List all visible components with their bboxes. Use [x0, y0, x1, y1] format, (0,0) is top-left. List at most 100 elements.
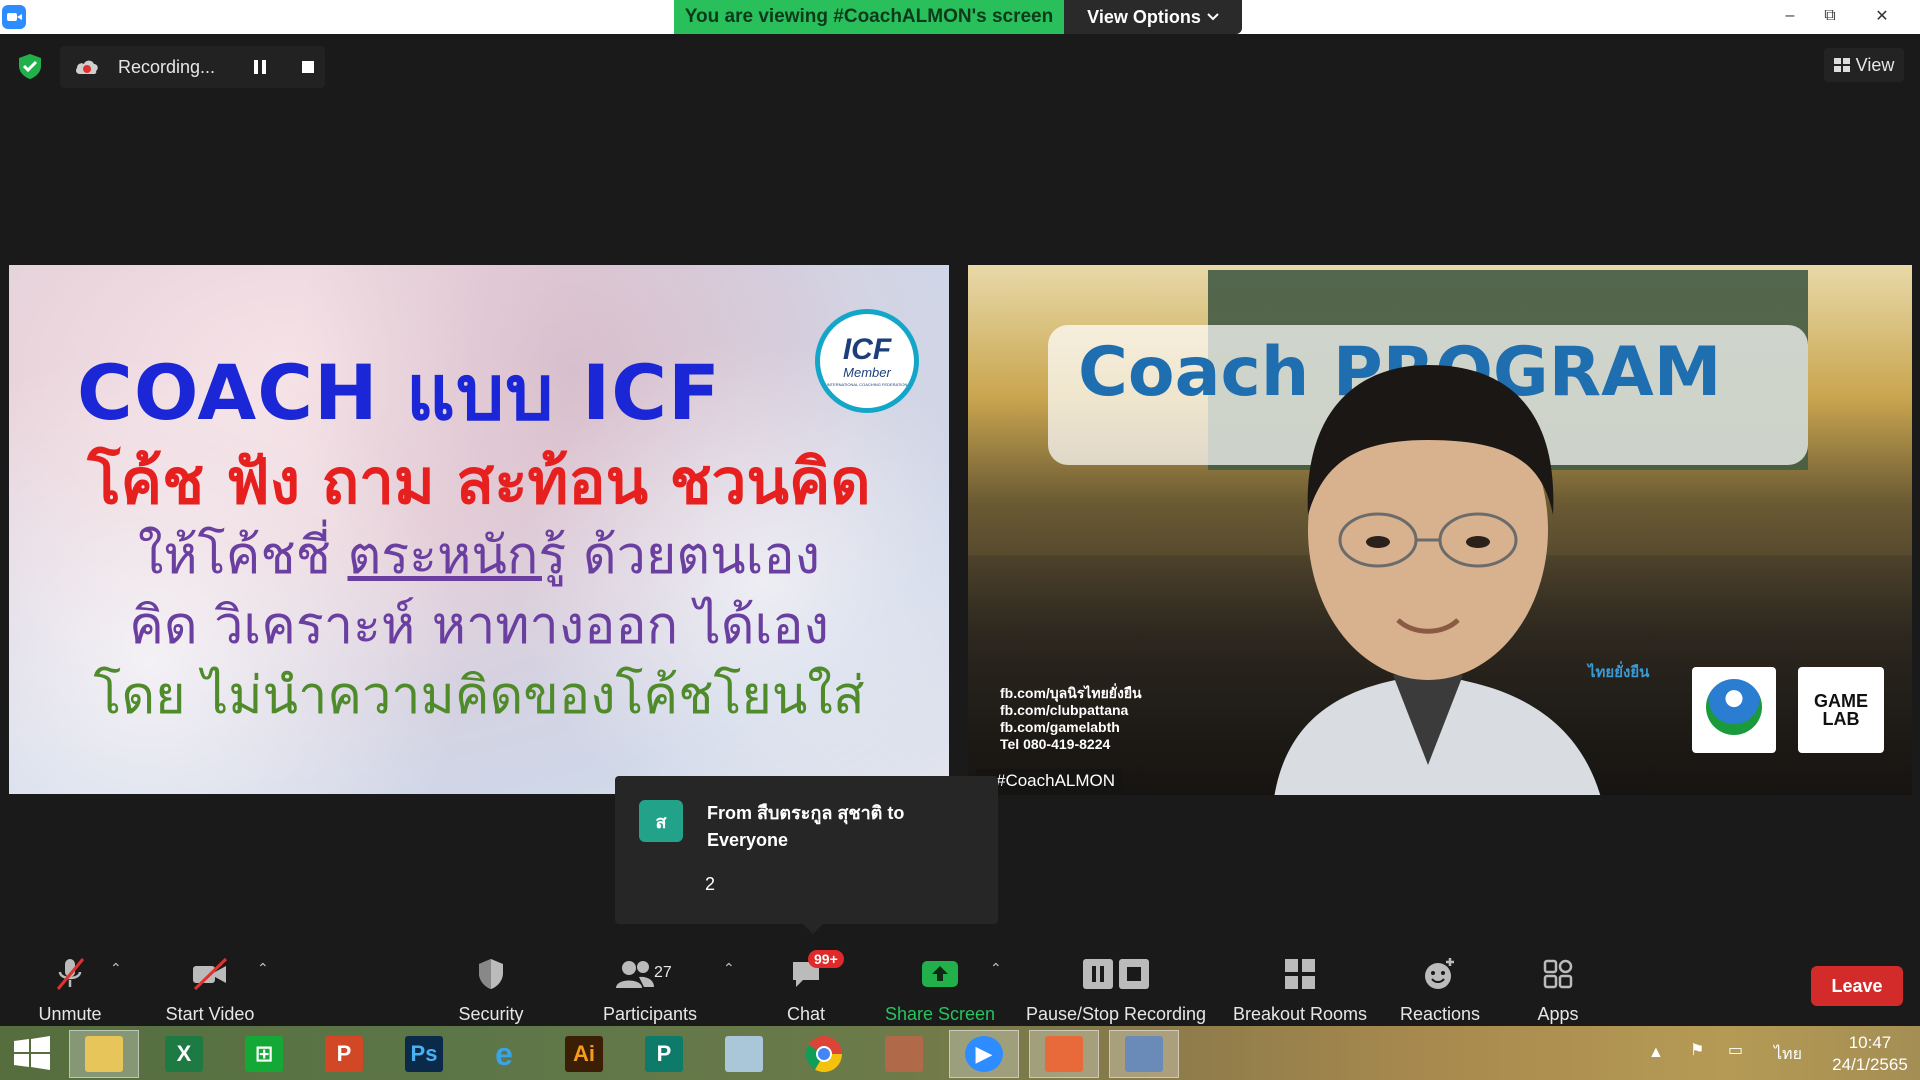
- paint-icon: [885, 1036, 923, 1072]
- taskbar-zoom[interactable]: ▶: [949, 1030, 1019, 1078]
- share-options-caret-icon[interactable]: ⌃: [990, 960, 1002, 977]
- reactions-smiley-icon: [1420, 954, 1460, 994]
- chat-unread-badge: 99+: [808, 950, 844, 968]
- breakout-rooms-label: Breakout Rooms: [1232, 1004, 1368, 1024]
- network-icon[interactable]: ▭: [1728, 1040, 1743, 1060]
- participants-count: 27: [654, 964, 672, 981]
- stop-icon: [302, 61, 314, 73]
- security-button[interactable]: Security: [451, 950, 531, 1026]
- chat-bubble-icon: 99+: [786, 950, 844, 994]
- internet-explorer-icon: e: [495, 1035, 513, 1072]
- breakout-rooms-icon: [1280, 954, 1320, 994]
- grid-view-icon: [1833, 58, 1850, 72]
- chat-sender: From สืบตระกูล สุชาติ to Everyone: [707, 803, 905, 850]
- share-screen-label: Share Screen: [884, 1004, 996, 1024]
- contact-link: fb.com/clubpattana: [1000, 702, 1129, 718]
- icf-member-badge: ICF Member INTERNATIONAL COACHING FEDERA…: [815, 309, 919, 413]
- participants-options-caret-icon[interactable]: ⌃: [723, 960, 735, 977]
- title-bar: You are viewing #CoachALMON's screen Vie…: [0, 0, 1920, 34]
- taskbar-chrome[interactable]: [789, 1030, 859, 1078]
- share-screen-button[interactable]: Share Screen: [880, 950, 1000, 1026]
- system-clock[interactable]: 10:47 24/1/2565: [1830, 1032, 1910, 1076]
- participants-button[interactable]: 27 Participants: [598, 950, 702, 1026]
- chat-button[interactable]: 99+ Chat: [766, 950, 846, 1026]
- input-language[interactable]: ไทย: [1774, 1042, 1802, 1067]
- breakout-rooms-button[interactable]: Breakout Rooms: [1230, 950, 1370, 1026]
- share-screen-icon: [920, 954, 960, 994]
- remote-desktop-icon: [1125, 1036, 1163, 1072]
- view-options-button[interactable]: View Options: [1064, 0, 1242, 34]
- minimize-button[interactable]: –: [1770, 0, 1810, 32]
- stop-recording-button[interactable]: [298, 57, 318, 77]
- taskbar-illustrator[interactable]: Ai: [549, 1030, 619, 1078]
- zoom-icon: ▶: [965, 1036, 1003, 1072]
- store-icon: ⊞: [245, 1036, 283, 1072]
- slide-line-3-post: ด้วยตนเอง: [566, 526, 821, 586]
- action-center-flag-icon[interactable]: ⚑: [1690, 1040, 1704, 1060]
- show-hidden-icons-icon[interactable]: ▲: [1648, 1044, 1664, 1062]
- pause-icon: [254, 60, 266, 74]
- speaker-video[interactable]: Coach PROGRAM turer ไทยยั่งยืน fb.com/บุ…: [968, 265, 1912, 795]
- taskbar-store[interactable]: ⊞: [229, 1030, 299, 1078]
- audio-options-caret-icon[interactable]: ⌃: [110, 960, 122, 977]
- video-options-caret-icon[interactable]: ⌃: [257, 960, 269, 977]
- icf-member-text: Member: [843, 365, 891, 380]
- taskbar-eraser[interactable]: [709, 1030, 779, 1078]
- muted-mic-icon: [50, 954, 90, 994]
- thai-sustainable-logo: [1692, 667, 1776, 753]
- security-label: Security: [458, 1004, 524, 1024]
- view-label: View: [1855, 54, 1895, 75]
- apps-button[interactable]: Apps: [1518, 950, 1598, 1026]
- taskbar-presentation[interactable]: [1029, 1030, 1099, 1078]
- encryption-shield-icon[interactable]: [16, 52, 44, 80]
- restore-icon: ⧉: [1824, 7, 1836, 24]
- leave-button[interactable]: Leave: [1811, 966, 1903, 1006]
- slide-line-5: โดย ไม่นำความคิดของโค้ชโยนใส่: [93, 666, 865, 726]
- zoom-meeting-window: You are viewing #CoachALMON's screen Vie…: [0, 0, 1920, 1080]
- restore-button[interactable]: ⧉: [1810, 0, 1850, 32]
- viewing-screen-banner: You are viewing #CoachALMON's screen: [674, 0, 1064, 34]
- pause-stop-recording-label: Pause/Stop Recording: [1025, 1004, 1207, 1024]
- windows-taskbar: X ⊞ P Ps e Ai P ▶ ▲ ⚑ ▭ ไทย 10:47 24/1/2…: [0, 1026, 1920, 1080]
- gamelab-logo: GAME LAB: [1798, 667, 1884, 753]
- speaker-person: [1274, 365, 1601, 795]
- powerpoint-icon: P: [325, 1036, 363, 1072]
- eraser-icon: [725, 1036, 763, 1072]
- start-video-button[interactable]: Start Video: [160, 950, 260, 1026]
- participants-icon: 27: [610, 954, 690, 994]
- pause-stop-recording-button[interactable]: Pause/Stop Recording: [1025, 950, 1207, 1026]
- icf-federation-text: INTERNATIONAL COACHING FEDERATION: [826, 382, 908, 387]
- taskbar-photoshop[interactable]: Ps: [389, 1030, 459, 1078]
- contact-link: fb.com/บุลนิรไทยยั่งยืน: [1000, 685, 1142, 701]
- publisher-icon: P: [645, 1036, 683, 1072]
- chat-notification[interactable]: ส From สืบตระกูล สุชาติ to Everyone 2: [615, 776, 998, 934]
- folder-icon: [85, 1036, 123, 1072]
- pause-stop-recording-icon: [1081, 954, 1151, 994]
- zoom-logo-icon: [2, 5, 26, 29]
- shared-screen-slide: COACH แบบ ICF ICF Member INTERNATIONAL C…: [9, 265, 949, 794]
- participants-label: Participants: [602, 1004, 698, 1024]
- taskbar-powerpoint[interactable]: P: [309, 1030, 379, 1078]
- participant-name-tag: #CoachALMON: [976, 769, 1124, 793]
- taskbar-publisher[interactable]: P: [629, 1030, 699, 1078]
- recording-label: Recording...: [118, 56, 216, 77]
- taskbar-paint[interactable]: [869, 1030, 939, 1078]
- pause-recording-button[interactable]: [251, 57, 269, 77]
- taskbar-remote-desktop[interactable]: [1109, 1030, 1179, 1078]
- taskbar-excel[interactable]: X: [149, 1030, 219, 1078]
- chevron-down-icon: [1207, 13, 1219, 21]
- unmute-label: Unmute: [38, 1004, 102, 1024]
- apps-label: Apps: [1537, 1004, 1579, 1024]
- icf-logo: ICF: [842, 333, 892, 366]
- contact-phone: Tel 080-419-8224: [1000, 736, 1111, 752]
- view-button[interactable]: View: [1824, 48, 1904, 82]
- close-button[interactable]: ✕: [1862, 0, 1902, 32]
- taskbar-file-explorer[interactable]: [69, 1030, 139, 1078]
- unmute-button[interactable]: Unmute: [30, 950, 110, 1026]
- avatar: ส: [639, 800, 683, 842]
- windows-start-icon[interactable]: [12, 1036, 52, 1070]
- view-options-label: View Options: [1087, 6, 1201, 27]
- taskbar-internet-explorer[interactable]: e: [469, 1030, 539, 1078]
- video-off-icon: [190, 954, 230, 994]
- reactions-button[interactable]: Reactions: [1390, 950, 1490, 1026]
